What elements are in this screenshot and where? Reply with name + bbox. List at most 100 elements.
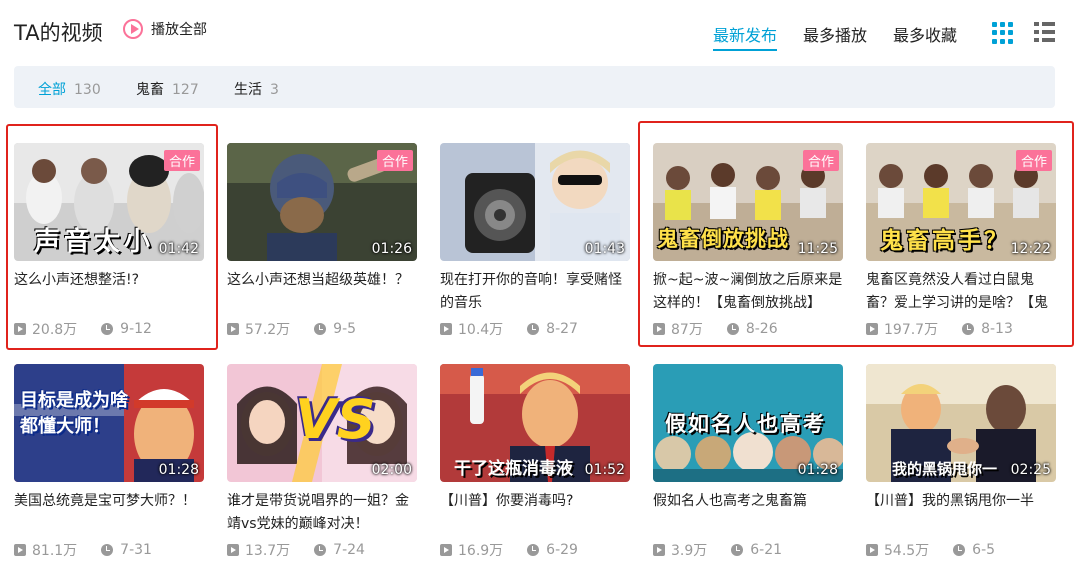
video-meta: 57.2万 9-5 (227, 319, 356, 339)
view-count: 3.9万 (671, 543, 708, 559)
clock-icon (314, 544, 327, 556)
publish-date: 8-13 (981, 321, 1013, 337)
view-count: 57.2万 (245, 322, 291, 338)
video-title[interactable]: 美国总统竟是宝可梦大师？！ (14, 490, 204, 513)
page-title: TA的视频 (14, 21, 103, 45)
video-title[interactable]: 掀~起~波~澜倒放之后原来是这样的！【鬼畜倒放挑战】 (653, 269, 843, 315)
play-count-icon (653, 323, 665, 335)
thumbnail-caption: 我的黑锅甩你一 (892, 460, 998, 478)
video-title[interactable]: 这么小声还想当超级英雄！？ (227, 269, 417, 292)
video-thumbnail[interactable]: 合作 01:26 (227, 143, 417, 261)
view-count: 16.9万 (458, 543, 504, 559)
video-thumbnail[interactable]: 声音太小 合作 01:42 (14, 143, 204, 261)
video-thumbnail[interactable]: 干了这瓶消毒液 01:52 (440, 364, 630, 482)
clock-icon (101, 544, 114, 556)
duration-label: 01:42 (158, 241, 199, 257)
filter-life[interactable]: 生活 3 (234, 79, 279, 99)
play-count-icon (14, 544, 26, 556)
video-thumbnail[interactable]: 我的黑锅甩你一 02:25 (866, 364, 1056, 482)
category-filter-bar: 全部 130 鬼畜 127 生活 3 (14, 66, 1055, 108)
view-count: 87万 (671, 322, 703, 338)
list-view-icon[interactable] (1034, 22, 1056, 44)
header: TA的视频 播放全部 最新发布 最多播放 最多收藏 (0, 0, 1080, 64)
view-count: 20.8万 (32, 322, 78, 338)
view-count: 54.5万 (884, 543, 930, 559)
clock-icon (527, 544, 540, 556)
view-count: 197.7万 (884, 322, 939, 338)
play-count-icon (653, 544, 665, 556)
clock-icon (726, 323, 739, 335)
sort-tab-latest[interactable]: 最新发布 (713, 22, 778, 51)
play-count-icon (866, 544, 878, 556)
video-title[interactable]: 【川普】你要消毒吗? (440, 490, 630, 513)
video-meta: 10.4万 8-27 (440, 319, 578, 339)
video-meta: 81.1万 7-31 (14, 540, 152, 560)
video-title[interactable]: 【川普】我的黑锅甩你一半 (866, 490, 1056, 513)
video-meta: 13.7万 7-24 (227, 540, 365, 560)
play-all-button[interactable]: 播放全部 (123, 19, 207, 39)
filter-guichu[interactable]: 鬼畜 127 (136, 79, 199, 99)
video-title[interactable]: 这么小声还想整活!? (14, 269, 204, 292)
duration-label: 02:25 (1010, 462, 1051, 478)
play-count-icon (440, 323, 452, 335)
play-all-label: 播放全部 (151, 22, 207, 38)
collab-badge: 合作 (1015, 150, 1052, 171)
duration-label: 01:52 (584, 462, 625, 478)
publish-date: 6-21 (750, 542, 783, 558)
publish-date: 9-12 (120, 321, 152, 337)
video-meta: 20.8万 9-12 (14, 319, 152, 339)
video-thumbnail[interactable]: 假如名人也高考 01:28 (653, 364, 843, 482)
view-count: 13.7万 (245, 543, 291, 559)
thumbnail-caption: 假如名人也高考 (665, 412, 826, 436)
video-meta: 87万 8-26 (653, 319, 778, 339)
clock-icon (731, 544, 744, 556)
duration-label: 01:28 (158, 462, 199, 478)
play-count-icon (227, 544, 239, 556)
clock-icon (314, 323, 327, 335)
video-title[interactable]: 鬼畜区竟然没人看过白鼠鬼畜？爱上学习讲的是啥？【鬼 (866, 269, 1056, 315)
filter-all[interactable]: 全部 130 (38, 79, 101, 99)
video-meta: 54.5万 6-5 (866, 540, 995, 560)
video-thumbnail[interactable]: 01:43 (440, 143, 630, 261)
publish-date: 8-26 (745, 321, 778, 337)
publish-date: 6-29 (546, 542, 578, 558)
thumbnail-caption: 鬼畜倒放挑战 (657, 227, 789, 251)
video-title[interactable]: 现在打开你的音响！享受赌怪的音乐 (440, 269, 630, 315)
duration-label: 12:22 (1010, 241, 1051, 257)
clock-icon (527, 323, 540, 335)
collab-badge: 合作 (163, 150, 200, 171)
sort-tab-most-favorited[interactable]: 最多收藏 (893, 22, 957, 46)
play-count-icon (866, 323, 878, 335)
duration-label: 01:43 (584, 241, 625, 257)
publish-date: 7-24 (333, 542, 365, 558)
play-count-icon (14, 323, 26, 335)
thumbnail-caption: 鬼畜高手？ (880, 228, 1010, 254)
duration-label: 01:28 (797, 462, 838, 478)
thumbnail-caption: 声音太小 (34, 227, 155, 257)
sort-tab-most-played[interactable]: 最多播放 (803, 22, 867, 46)
publish-date: 6-5 (972, 542, 996, 558)
video-thumbnail[interactable]: 目标是成为啥都懂大师！ 01:28 (14, 364, 204, 482)
thumbnail-caption: VS (295, 388, 376, 451)
video-title[interactable]: 谁才是带货说唱界的一姐？金靖vs党妹的巅峰对决！ (227, 490, 417, 536)
view-count: 81.1万 (32, 543, 78, 559)
clock-icon (962, 323, 975, 335)
play-count-icon (227, 323, 239, 335)
thumbnail-caption: 目标是成为啥都懂大师！ (20, 390, 128, 437)
view-count: 10.4万 (458, 322, 504, 338)
video-thumbnail[interactable]: 鬼畜倒放挑战 合作 11:25 (653, 143, 843, 261)
grid-view-icon[interactable] (992, 22, 1014, 44)
video-title[interactable]: 假如名人也高考之鬼畜篇 (653, 490, 843, 513)
video-thumbnail[interactable]: 鬼畜高手？ 合作 12:22 (866, 143, 1056, 261)
video-meta: 197.7万 8-13 (866, 319, 1013, 339)
publish-date: 8-27 (546, 321, 578, 337)
clock-icon (953, 544, 966, 556)
play-count-icon (440, 544, 452, 556)
publish-date: 7-31 (120, 542, 152, 558)
duration-label: 02:00 (371, 462, 412, 478)
video-thumbnail[interactable]: VS 02:00 (227, 364, 417, 482)
play-circle-icon (123, 19, 143, 39)
clock-icon (101, 323, 114, 335)
duration-label: 01:26 (371, 241, 412, 257)
collab-badge: 合作 (802, 150, 839, 171)
